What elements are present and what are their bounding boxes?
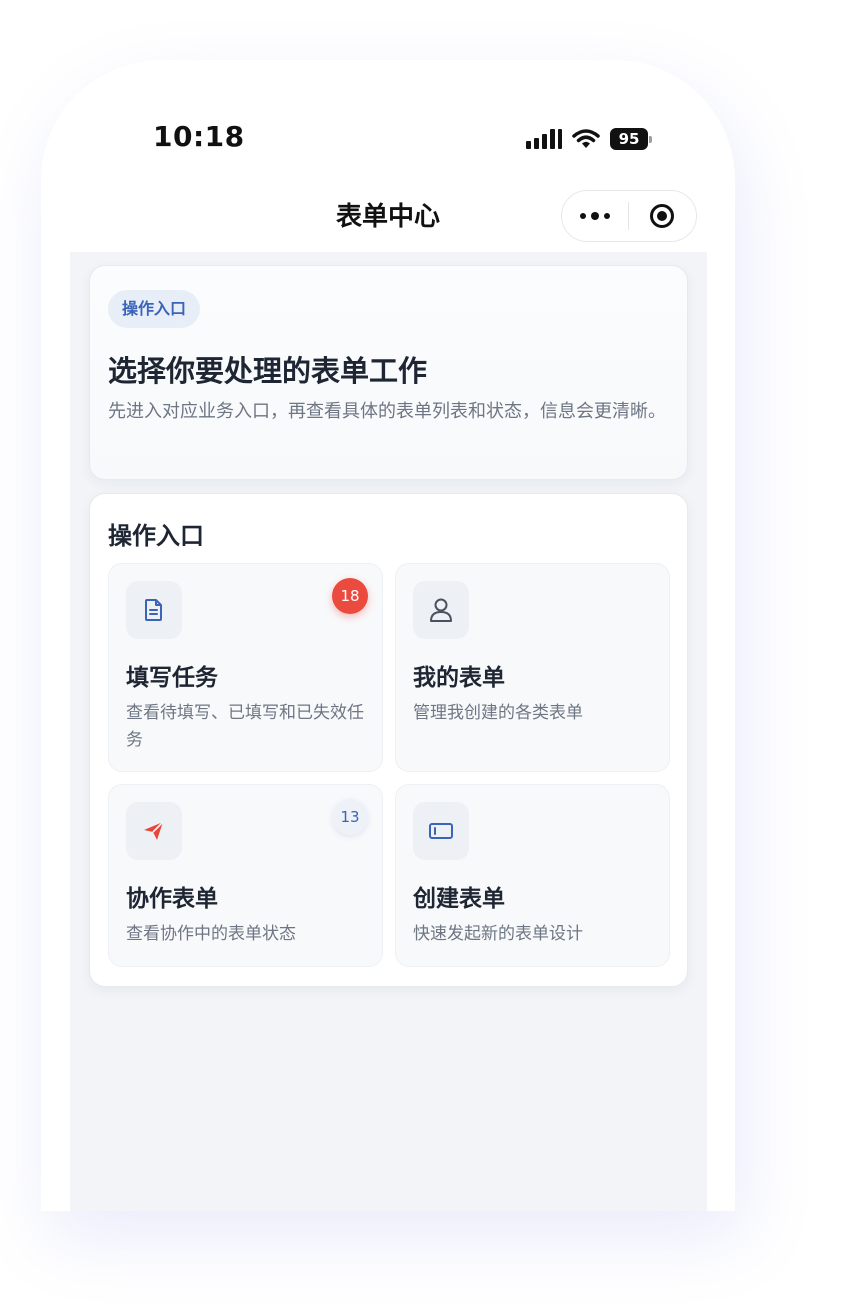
status-icons: 95 [526, 124, 652, 154]
intro-tag: 操作入口 [108, 290, 201, 328]
wifi-icon [572, 129, 600, 148]
count-badge: 13 [332, 799, 368, 835]
nav-bar: 表单中心 [41, 190, 735, 252]
paper-plane-icon [126, 802, 182, 860]
unread-count-badge: 18 [332, 578, 368, 614]
signal-icon [526, 129, 562, 149]
tile-description: 快速发起新的表单设计 [413, 924, 583, 944]
more-dot-icon [591, 212, 599, 220]
tile-description: 查看协作中的表单状态 [126, 924, 296, 944]
close-miniprogram-button[interactable] [629, 191, 695, 241]
tile-description: 管理我创建的各类表单 [413, 703, 583, 723]
status-bar: 10:18 95 [41, 60, 735, 190]
target-icon [650, 204, 674, 228]
section-title: 操作入口 [108, 522, 204, 550]
intro-title: 选择你要处理的表单工作 [108, 354, 428, 388]
phone-frame: 10:18 95 表单中心 操作入口 选择你要处理的表单工作 先进入对应业务入口… [41, 60, 735, 1211]
tile-title: 创建表单 [413, 886, 505, 912]
more-dot-icon [604, 213, 610, 219]
more-dot-icon [580, 213, 586, 219]
entries-card: 操作入口 18 填写任务 查看待填写、已填写和已失效任务 我的表单 管理我创建的… [89, 493, 688, 987]
more-button[interactable] [562, 191, 628, 241]
tile-fill-tasks[interactable]: 18 填写任务 查看待填写、已填写和已失效任务 [108, 563, 383, 772]
tile-description: 查看待填写、已填写和已失效任务 [126, 703, 364, 750]
intro-card: 操作入口 选择你要处理的表单工作 先进入对应业务入口，再查看具体的表单列表和状态… [89, 265, 688, 480]
status-time: 10:18 [153, 120, 245, 153]
tile-title: 我的表单 [413, 665, 505, 691]
tile-my-forms[interactable]: 我的表单 管理我创建的各类表单 [395, 563, 670, 772]
tile-title: 协作表单 [126, 886, 218, 912]
tile-create-form[interactable]: 创建表单 快速发起新的表单设计 [395, 784, 670, 967]
battery-icon: 95 [610, 128, 652, 150]
form-icon [413, 802, 469, 860]
intro-description: 先进入对应业务入口，再查看具体的表单列表和状态，信息会更清晰。 [108, 401, 666, 422]
tile-title: 填写任务 [126, 665, 218, 691]
page-content: 操作入口 选择你要处理的表单工作 先进入对应业务入口，再查看具体的表单列表和状态… [70, 252, 707, 1211]
user-icon [413, 581, 469, 639]
document-icon [126, 581, 182, 639]
mini-program-capsule [561, 190, 697, 242]
tile-collab-forms[interactable]: 13 协作表单 查看协作中的表单状态 [108, 784, 383, 967]
